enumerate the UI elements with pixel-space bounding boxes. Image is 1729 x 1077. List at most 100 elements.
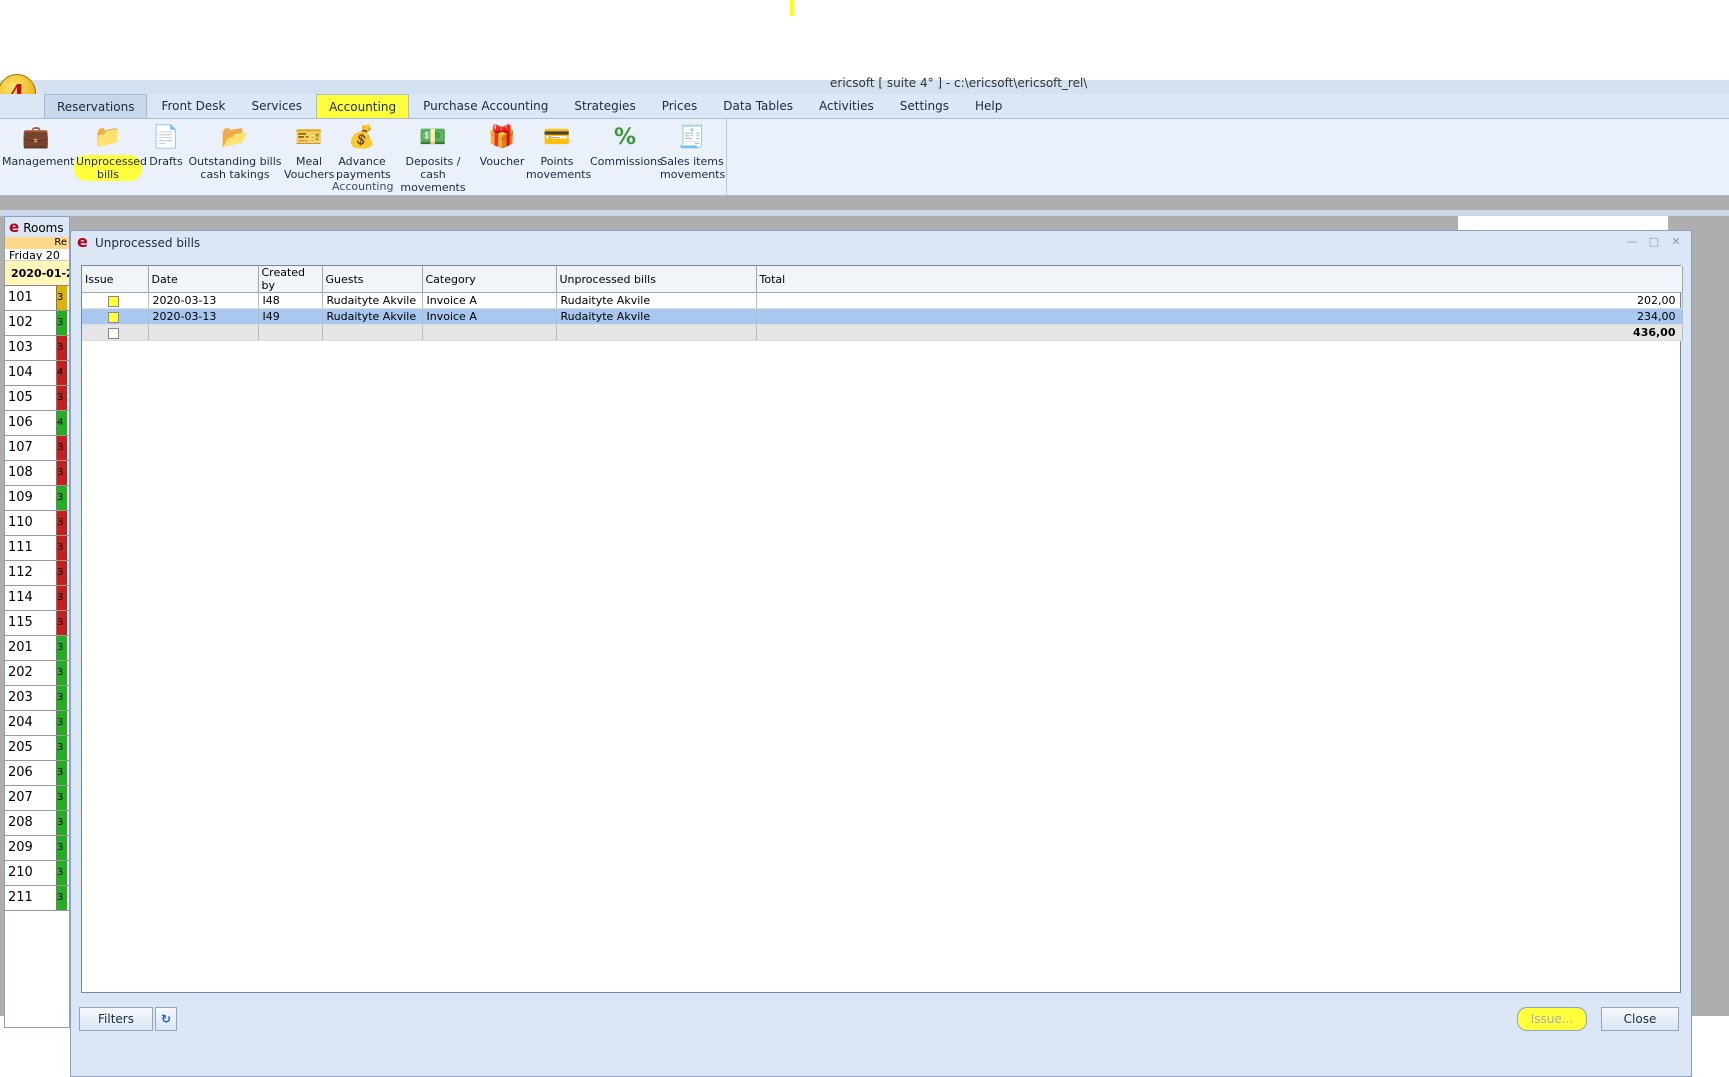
ericsoft-e-icon: e <box>9 218 20 236</box>
deposits-label: Deposits / cash movements <box>400 155 466 194</box>
tab-help[interactable]: Help <box>963 94 1014 118</box>
tab-strategies[interactable]: Strategies <box>562 94 647 118</box>
drafts-button[interactable]: 📄 Drafts <box>146 123 186 168</box>
tab-reservations[interactable]: Reservations <box>44 94 148 118</box>
room-row[interactable]: 109 3 <box>5 486 69 511</box>
room-row[interactable]: 203 3 <box>5 686 69 711</box>
empty-cell <box>322 324 423 341</box>
advance-payments-icon: 💰 <box>348 124 376 150</box>
room-row[interactable]: 202 3 <box>5 661 69 686</box>
folder-icon: 📁 <box>94 124 122 150</box>
unprocessed-bills-button[interactable]: 📁 Unprocessed bills <box>74 123 147 181</box>
room-row[interactable]: 201 3 <box>5 636 69 661</box>
tab-data-tables[interactable]: Data Tables <box>711 94 805 118</box>
minimize-icon[interactable]: — <box>1625 236 1639 248</box>
room-row[interactable]: 115 3 <box>5 611 69 636</box>
issue-all-checkbox[interactable] <box>108 327 119 339</box>
column-header-category[interactable]: Category <box>422 266 557 293</box>
advance-payments-button[interactable]: 💰 Advance payments <box>336 123 391 181</box>
column-header-created-by[interactable]: Created by <box>258 266 323 293</box>
room-row[interactable]: 111 3 <box>5 536 69 561</box>
room-number: 106 <box>5 411 57 435</box>
tab-accounting[interactable]: Accounting <box>316 94 410 118</box>
voucher-button[interactable]: 🎁 Voucher <box>478 123 526 168</box>
room-status: 3 <box>57 536 67 560</box>
column-header-guests[interactable]: Guests <box>322 266 423 293</box>
column-header-total[interactable]: Total <box>756 266 1683 293</box>
room-row[interactable]: 206 3 <box>5 761 69 786</box>
room-status: 3 <box>57 586 67 610</box>
empty-cell <box>258 324 323 341</box>
room-row[interactable]: 205 3 <box>5 736 69 761</box>
ericsoft-e-icon: e <box>77 232 88 251</box>
room-number: 210 <box>5 861 57 885</box>
tab-prices[interactable]: Prices <box>650 94 710 118</box>
tab-front-desk[interactable]: Front Desk <box>149 94 237 118</box>
voucher-label: Voucher <box>479 155 525 168</box>
issue-button[interactable]: Issue... <box>1517 1007 1587 1031</box>
rooms-window[interactable]: e Rooms Re Friday 20 2020-01-2 101 3 102 3 10… <box>4 216 70 1028</box>
maximize-icon[interactable]: □ <box>1647 236 1661 248</box>
issue-cell <box>82 308 149 325</box>
tab-settings[interactable]: Settings <box>888 94 961 118</box>
column-header-date[interactable]: Date <box>148 266 259 293</box>
refresh-icon[interactable]: ↻ <box>155 1007 177 1031</box>
room-row[interactable]: 104 4 <box>5 361 69 386</box>
room-row[interactable]: 108 3 <box>5 461 69 486</box>
room-row[interactable]: 101 3 <box>5 286 69 311</box>
bill-cell: Rudaityte Akvile <box>556 292 757 309</box>
table-row[interactable]: 2020-03-13 I48 Rudaityte Akvile Invoice … <box>82 292 1683 309</box>
room-row[interactable]: 207 3 <box>5 786 69 811</box>
sales-items-label: Sales items movements <box>660 155 726 181</box>
title-bar: ericsoft [ suite 4° ] - c:\ericsoft\eric… <box>0 76 1729 94</box>
outstanding-bills-label: Outstanding bills cash takings <box>188 155 282 181</box>
room-row[interactable]: 211 3 <box>5 886 69 911</box>
issue-checkbox[interactable] <box>108 311 119 323</box>
table-row[interactable]: 2020-03-13 I49 Rudaityte Akvile Invoice … <box>82 308 1683 325</box>
close-button[interactable]: Close <box>1601 1007 1679 1031</box>
rooms-day: Friday 20 <box>5 249 69 261</box>
sales-items-movements-button[interactable]: 🧾 Sales items movements <box>660 123 726 181</box>
room-row[interactable]: 112 3 <box>5 561 69 586</box>
empty-cell <box>422 324 557 341</box>
drafts-label: Drafts <box>149 155 183 168</box>
bills-grid[interactable]: Issue Date Created by Guests Category Un… <box>81 265 1683 993</box>
room-status: 3 <box>57 861 67 885</box>
outstanding-bills-button[interactable]: 📂 Outstanding bills cash takings <box>188 123 282 181</box>
room-number: 208 <box>5 811 57 835</box>
close-icon[interactable]: ✕ <box>1669 236 1683 248</box>
room-number: 205 <box>5 736 57 760</box>
room-row[interactable]: 106 4 <box>5 411 69 436</box>
room-row[interactable]: 208 3 <box>5 811 69 836</box>
room-row[interactable]: 209 3 <box>5 836 69 861</box>
room-row[interactable]: 102 3 <box>5 311 69 336</box>
points-movements-button[interactable]: 💳 Points movements <box>526 123 591 181</box>
issue-checkbox[interactable] <box>108 295 119 307</box>
management-button[interactable]: 💼 Management <box>2 123 74 168</box>
room-row[interactable]: 210 3 <box>5 861 69 886</box>
filters-button[interactable]: Filters <box>79 1007 153 1031</box>
room-number: 108 <box>5 461 57 485</box>
commissions-button[interactable]: % Commissions <box>590 123 663 168</box>
room-row[interactable]: 107 3 <box>5 436 69 461</box>
room-row[interactable]: 204 3 <box>5 711 69 736</box>
room-row[interactable]: 114 3 <box>5 586 69 611</box>
created-by-cell: I49 <box>258 308 323 325</box>
meal-vouchers-button[interactable]: 🎫 Meal Vouchers <box>284 123 334 181</box>
tab-activities[interactable]: Activities <box>807 94 886 118</box>
room-row[interactable]: 110 3 <box>5 511 69 536</box>
room-status: 3 <box>57 336 67 360</box>
column-header-unprocessed-bills[interactable]: Unprocessed bills <box>556 266 757 293</box>
tab-purchase-accounting[interactable]: Purchase Accounting <box>411 94 560 118</box>
deposits-cash-movements-button[interactable]: 💵 Deposits / cash movements <box>390 123 476 194</box>
room-row[interactable]: 103 3 <box>5 336 69 361</box>
total-cell: 202,00 <box>756 292 1683 309</box>
tab-services[interactable]: Services <box>239 94 314 118</box>
room-status: 3 <box>57 811 67 835</box>
created-by-cell: I48 <box>258 292 323 309</box>
top-blank-area <box>0 0 1729 80</box>
ribbon-panel: 💼 Management 📁 Unprocessed bills 📄 Drafts… <box>0 118 1729 196</box>
column-header-issue[interactable]: Issue <box>82 266 149 293</box>
room-row[interactable]: 105 3 <box>5 386 69 411</box>
room-number: 111 <box>5 536 57 560</box>
